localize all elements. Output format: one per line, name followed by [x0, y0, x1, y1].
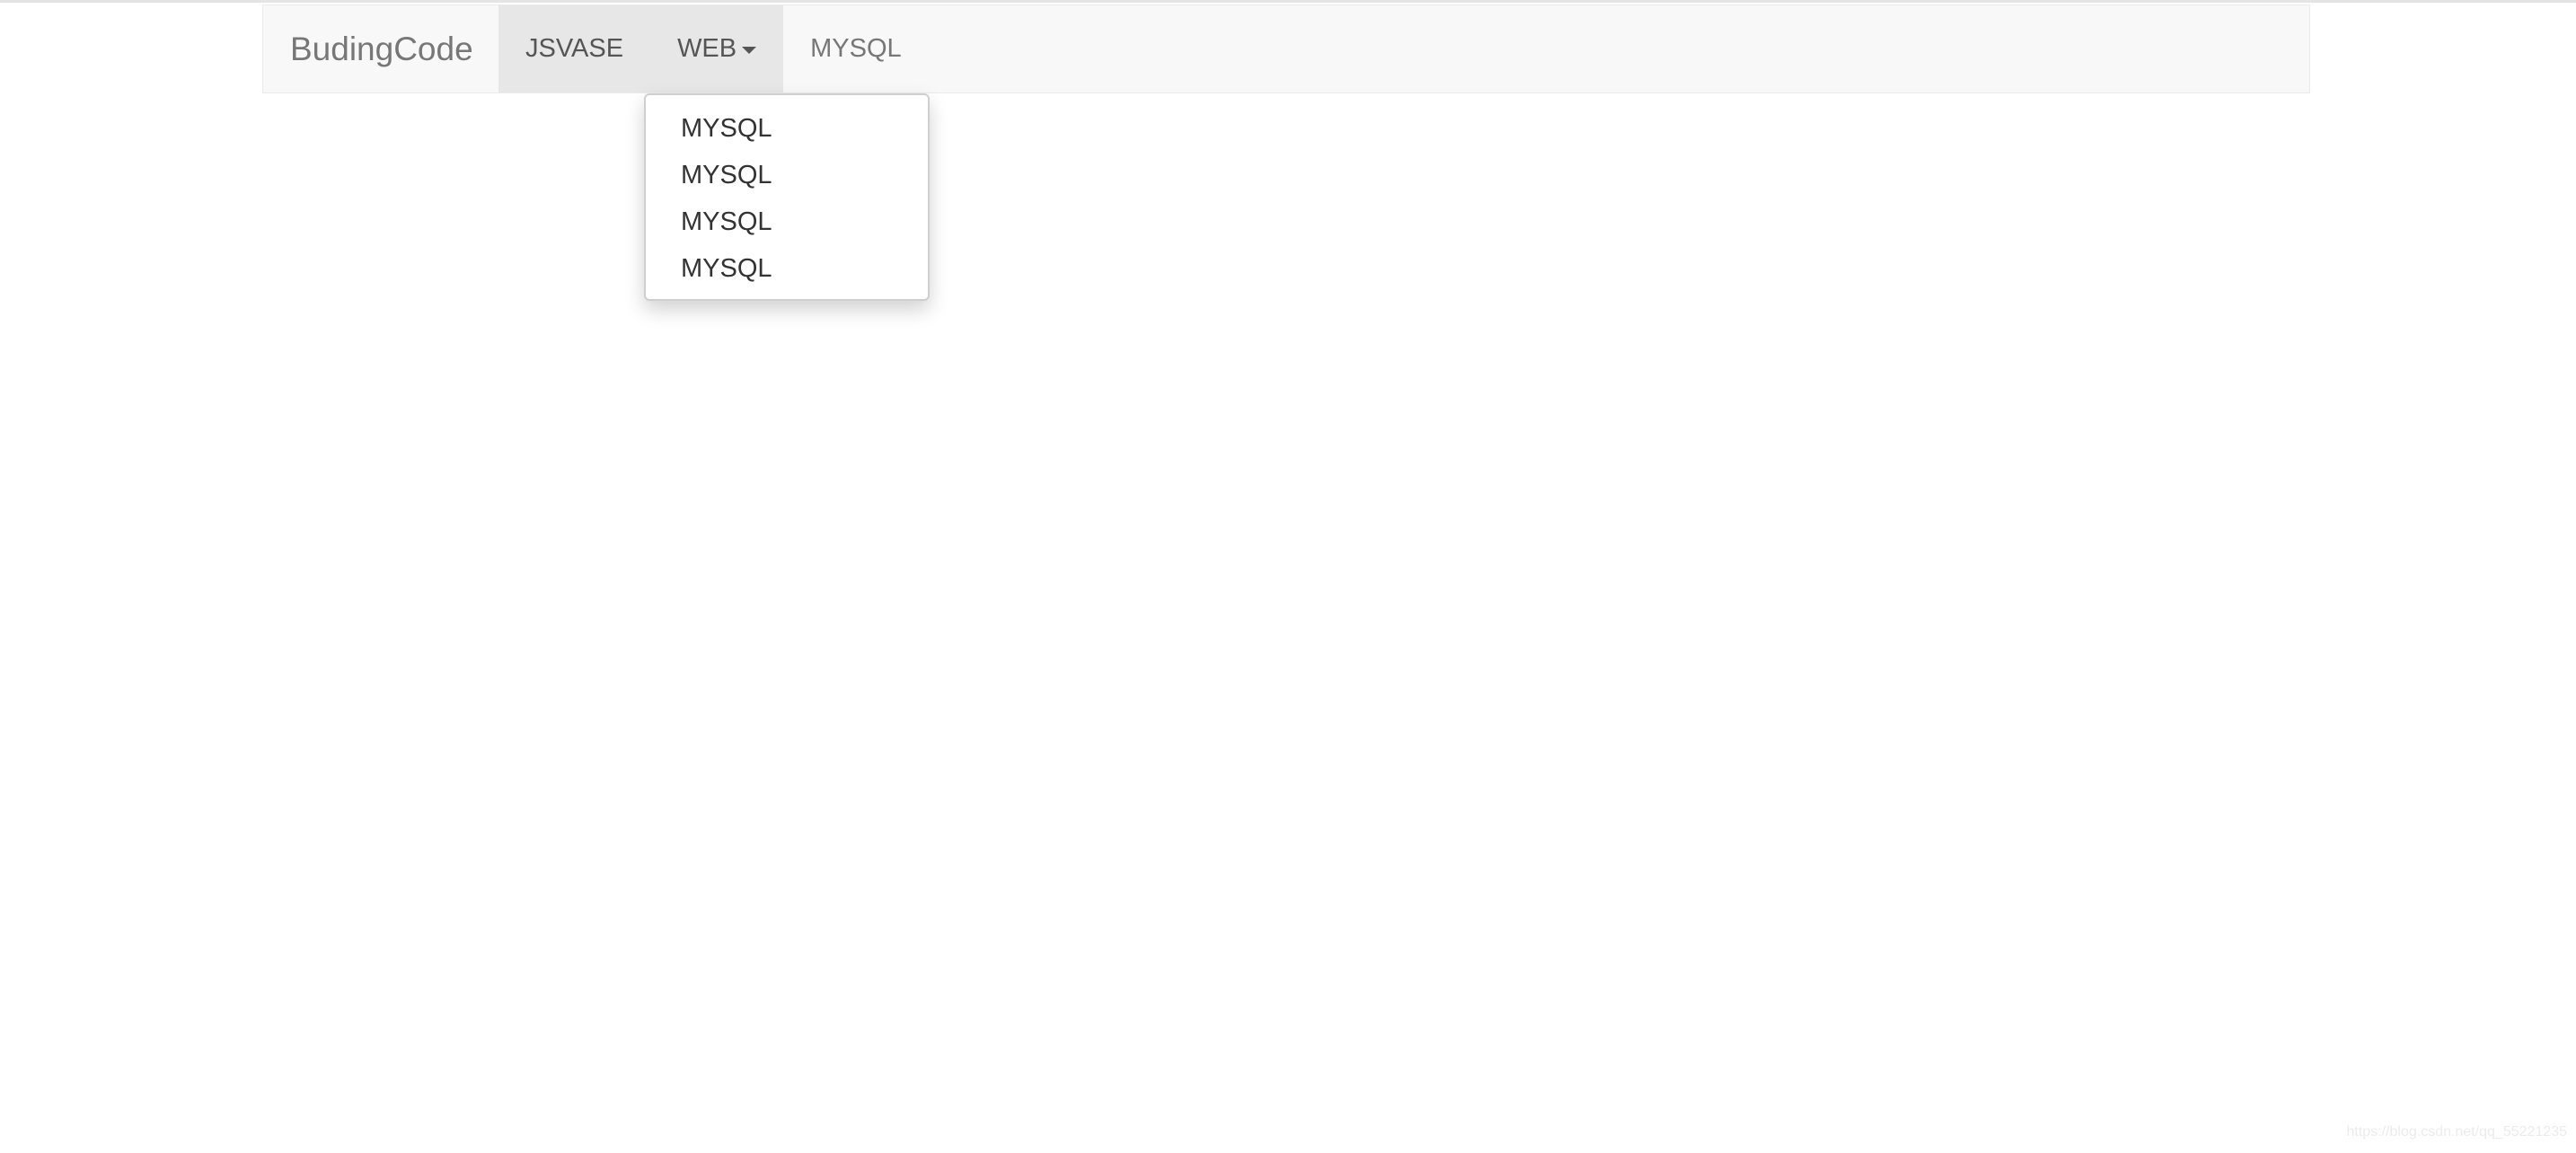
nav-item-jsvase[interactable]: JSVASE [498, 5, 651, 92]
watermark-text: https://blog.csdn.net/qq_55221235 [2346, 1124, 2567, 1140]
nav-item-web-dropdown-toggle[interactable]: WEB [650, 5, 784, 92]
dropdown-item-mysql-2[interactable]: MYSQL [646, 152, 928, 198]
caret-down-icon [742, 46, 757, 54]
nav-item-mysql[interactable]: MYSQL [783, 5, 929, 92]
dropdown-item-mysql-3[interactable]: MYSQL [646, 198, 928, 245]
top-border [0, 0, 2576, 3]
nav-item-label: WEB [677, 34, 737, 63]
nav-item-label: MYSQL [810, 34, 902, 63]
nav-item-label: JSVASE [525, 34, 624, 63]
web-dropdown-menu: MYSQL MYSQL MYSQL MYSQL [644, 93, 930, 301]
dropdown-item-mysql-1[interactable]: MYSQL [646, 105, 928, 152]
navbar: BudingCode JSVASE WEB MYSQL [262, 4, 2310, 93]
dropdown-item-mysql-4[interactable]: MYSQL [646, 245, 928, 292]
brand-link[interactable]: BudingCode [263, 5, 498, 92]
